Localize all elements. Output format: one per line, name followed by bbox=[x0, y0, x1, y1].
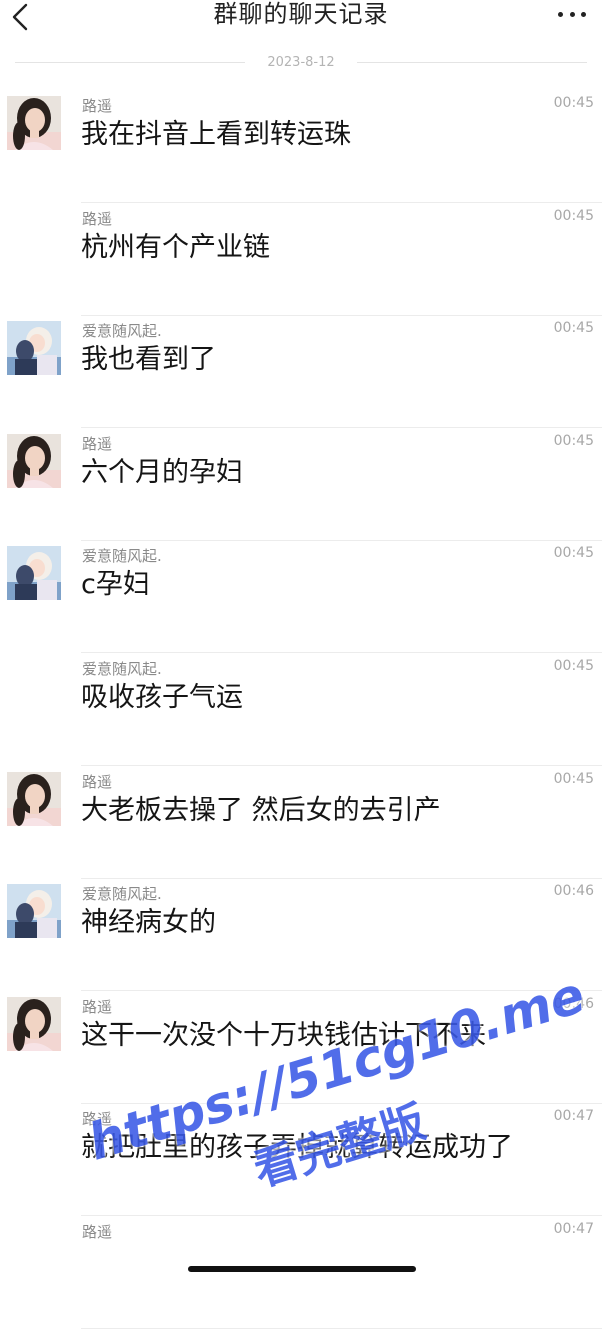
message-text[interactable]: 六个月的孕妇 bbox=[81, 456, 572, 490]
sender-name[interactable]: 爱意随风起. bbox=[82, 883, 162, 904]
sender-name[interactable]: 路遥 bbox=[82, 996, 112, 1017]
more-button[interactable] bbox=[552, 4, 592, 24]
message-time: 00:45 bbox=[553, 95, 594, 111]
sender-name[interactable]: 路遥 bbox=[82, 208, 112, 229]
message-time: 00:45 bbox=[553, 658, 594, 674]
message-text[interactable]: 就把肚里的孩子弄掉就算转运成功了 bbox=[81, 1131, 572, 1165]
date-label: 2023-8-12 bbox=[267, 54, 335, 70]
avatar[interactable] bbox=[7, 96, 61, 150]
avatar[interactable] bbox=[7, 772, 61, 826]
message-time: 00:45 bbox=[553, 433, 594, 449]
sender-name[interactable]: 爱意随风起. bbox=[82, 545, 162, 566]
message-row[interactable]: 路遥 00:45 杭州有个产业链 bbox=[0, 203, 602, 316]
message-row[interactable]: 路遥 00:45 六个月的孕妇 bbox=[0, 428, 602, 541]
avatar[interactable] bbox=[7, 884, 61, 938]
avatar[interactable] bbox=[7, 434, 61, 488]
message-row[interactable]: 爱意随风起. 00:45 吸收孩子气运 bbox=[0, 653, 602, 766]
avatar[interactable] bbox=[7, 997, 61, 1051]
message-time: 00:45 bbox=[553, 545, 594, 561]
message-text[interactable]: c孕妇 bbox=[81, 568, 572, 602]
message-time: 00:47 bbox=[553, 1108, 594, 1124]
message-row[interactable]: 路遥 00:47 就把肚里的孩子弄掉就算转运成功了 bbox=[0, 1103, 602, 1216]
date-separator: 2023-8-12 bbox=[0, 52, 602, 72]
page-title: 群聊的聊天记录 bbox=[213, 0, 389, 28]
message-row[interactable]: 路遥 00:47 bbox=[0, 1216, 602, 1329]
message-time: 00:46 bbox=[553, 883, 594, 899]
home-indicator[interactable] bbox=[188, 1266, 416, 1272]
sender-name[interactable]: 路遥 bbox=[82, 95, 112, 116]
message-text[interactable]: 这干一次没个十万块钱估计下不来 bbox=[81, 1019, 572, 1053]
message-row[interactable]: 爱意随风起. 00:46 神经病女的 bbox=[0, 878, 602, 991]
message-text[interactable]: 我也看到了 bbox=[81, 343, 572, 377]
message-text[interactable]: 我在抖音上看到转运珠 bbox=[81, 118, 572, 152]
message-row[interactable]: 爱意随风起. 00:45 c孕妇 bbox=[0, 540, 602, 653]
message-row[interactable]: 路遥 00:46 这干一次没个十万块钱估计下不来 bbox=[0, 991, 602, 1104]
message-text[interactable]: 杭州有个产业链 bbox=[81, 231, 572, 265]
avatar[interactable] bbox=[7, 321, 61, 375]
sender-name[interactable]: 路遥 bbox=[82, 433, 112, 454]
sender-name[interactable]: 路遥 bbox=[82, 1221, 112, 1242]
message-row[interactable]: 路遥 00:45 我在抖音上看到转运珠 bbox=[0, 90, 602, 203]
message-time: 00:45 bbox=[553, 208, 594, 224]
message-row[interactable]: 路遥 00:45 大老板去操了 然后女的去引产 bbox=[0, 766, 602, 879]
message-time: 00:46 bbox=[553, 996, 594, 1012]
message-time: 00:45 bbox=[553, 771, 594, 787]
more-dots-icon bbox=[558, 11, 563, 17]
sender-name[interactable]: 路遥 bbox=[82, 771, 112, 792]
sender-name[interactable]: 路遥 bbox=[82, 1108, 112, 1129]
sender-name[interactable]: 爱意随风起. bbox=[82, 658, 162, 679]
message-time: 00:45 bbox=[553, 320, 594, 336]
sender-name[interactable]: 爱意随风起. bbox=[82, 320, 162, 341]
avatar[interactable] bbox=[7, 546, 61, 600]
message-text[interactable]: 大老板去操了 然后女的去引产 bbox=[81, 794, 572, 828]
top-bar: 群聊的聊天记录 bbox=[0, 0, 602, 48]
message-text[interactable]: 神经病女的 bbox=[81, 906, 572, 940]
message-text[interactable]: 吸收孩子气运 bbox=[81, 681, 572, 715]
message-row[interactable]: 爱意随风起. 00:45 我也看到了 bbox=[0, 315, 602, 428]
message-time: 00:47 bbox=[553, 1221, 594, 1237]
